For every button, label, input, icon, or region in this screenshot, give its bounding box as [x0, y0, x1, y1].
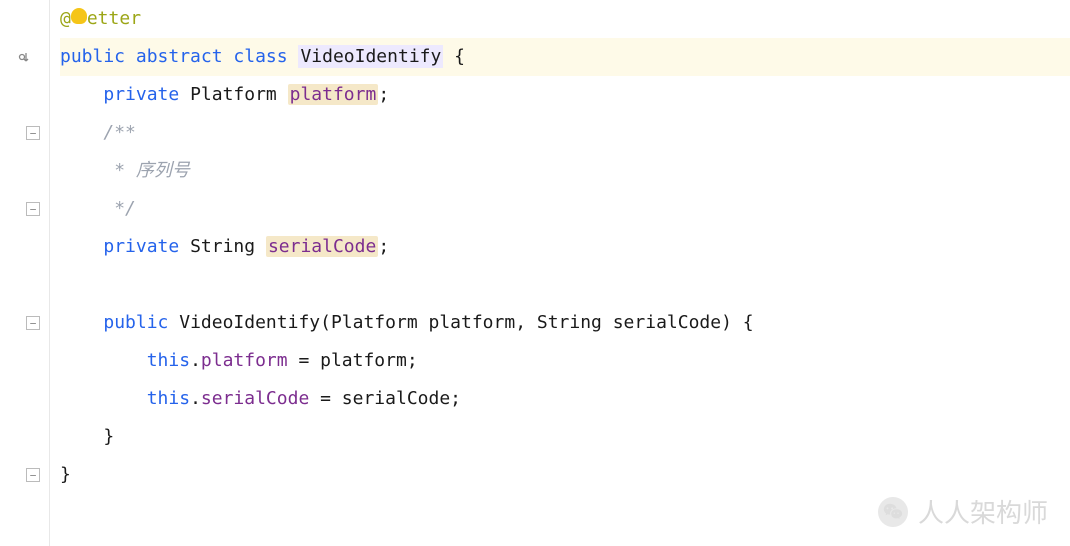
comment-close: */	[103, 198, 136, 219]
semicolon: ;	[378, 84, 389, 105]
keyword-abstract: abstract	[136, 46, 223, 67]
code-line[interactable]: public abstract class VideoIdentify {	[60, 38, 1070, 76]
fold-icon[interactable]: −	[4, 456, 44, 494]
type-name: String	[190, 236, 255, 257]
brace-close: }	[103, 426, 114, 447]
code-line[interactable]: @ etter	[60, 0, 1070, 38]
code-editor[interactable]: − − − − @ etter public abstract class Vid…	[0, 0, 1070, 546]
code-line[interactable]: this.platform = platform;	[60, 342, 1070, 380]
code-line[interactable]: public VideoIdentify(Platform platform, …	[60, 304, 1070, 342]
implement-override-icon[interactable]	[4, 38, 44, 76]
equals: =	[309, 388, 342, 409]
field-name: platform	[288, 84, 379, 105]
keyword-private: private	[103, 236, 179, 257]
param-ref: serialCode;	[342, 388, 461, 409]
param-ref: platform;	[320, 350, 418, 371]
code-line[interactable]: }	[60, 456, 1070, 494]
dot: .	[190, 350, 201, 371]
field-ref: platform	[201, 350, 288, 371]
field-ref: serialCode	[201, 388, 309, 409]
code-area[interactable]: @ etter public abstract class VideoIdenti…	[50, 0, 1070, 546]
code-line[interactable]: /**	[60, 114, 1070, 152]
keyword-class: class	[233, 46, 287, 67]
annotation-name: etter	[87, 8, 141, 29]
fold-icon[interactable]: −	[4, 190, 44, 228]
fold-icon[interactable]: −	[4, 114, 44, 152]
semicolon: ;	[378, 236, 389, 257]
dot: .	[190, 388, 201, 409]
gutter: − − − −	[0, 0, 50, 546]
equals: =	[288, 350, 321, 371]
keyword-public: public	[103, 312, 168, 333]
brace-open: {	[443, 46, 465, 67]
lightbulb-icon[interactable]	[71, 8, 87, 24]
code-line[interactable]: * 序列号	[60, 152, 1070, 190]
keyword-this: this	[147, 350, 190, 371]
type-name: Platform	[190, 84, 277, 105]
code-line[interactable]: this.serialCode = serialCode;	[60, 380, 1070, 418]
field-name: serialCode	[266, 236, 378, 257]
keyword-this: this	[147, 388, 190, 409]
code-line[interactable]: }	[60, 418, 1070, 456]
code-line[interactable]	[60, 266, 1070, 304]
keyword-public: public	[60, 46, 125, 67]
constructor-name: VideoIdentify	[179, 312, 320, 333]
comment-body: * 序列号	[103, 160, 190, 181]
code-line[interactable]: private Platform platform;	[60, 76, 1070, 114]
comment-open: /**	[103, 122, 136, 143]
keyword-private: private	[103, 84, 179, 105]
code-line[interactable]: */	[60, 190, 1070, 228]
class-name: VideoIdentify	[298, 45, 443, 68]
constructor-params: (Platform platform, String serialCode) {	[320, 312, 753, 333]
code-line[interactable]: private String serialCode;	[60, 228, 1070, 266]
annotation-at: @	[60, 8, 71, 29]
brace-close: }	[60, 464, 71, 485]
fold-icon[interactable]: −	[4, 304, 44, 342]
